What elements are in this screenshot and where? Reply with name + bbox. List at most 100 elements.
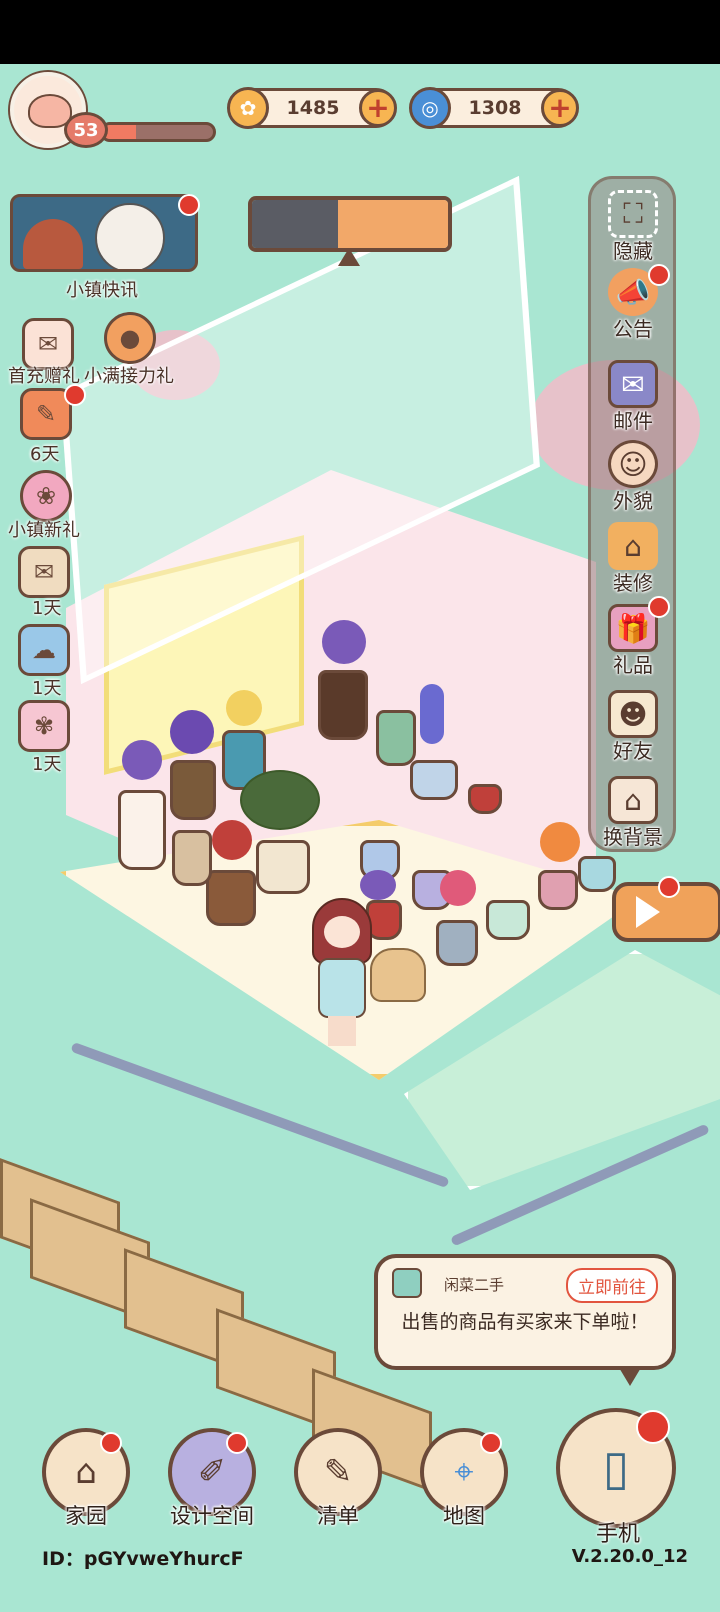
status-bar	[0, 0, 720, 64]
go-now-button[interactable]: 立即前往	[566, 1268, 658, 1303]
town-gift-button[interactable]: ❀	[20, 470, 72, 522]
hide-ui-label: 隐藏	[613, 239, 653, 263]
town-news-card[interactable]	[10, 194, 198, 272]
dock-map-label: 地图	[443, 1504, 485, 1528]
dock-home-label: 家园	[65, 1504, 107, 1528]
notification-dot	[480, 1432, 502, 1454]
background-icon: ⌂	[608, 776, 658, 824]
mail-icon: ✉	[608, 360, 658, 408]
notification-dot	[226, 1432, 248, 1454]
news-fan-icon	[23, 219, 83, 269]
dock-design-label: 设计空间	[170, 1504, 254, 1528]
character-dress	[318, 958, 366, 1018]
notification-dot	[100, 1432, 122, 1454]
shop-box-icon	[392, 1268, 422, 1298]
town-gift-label: 小镇新礼	[8, 520, 80, 541]
plant-bloom	[322, 620, 366, 664]
town-news-label: 小镇快讯	[66, 280, 138, 301]
plant-bloom	[122, 740, 162, 780]
gem-icon: ◎	[409, 87, 451, 129]
play-arrow-icon	[636, 896, 660, 928]
notification-dot	[648, 596, 670, 618]
character-face	[324, 916, 360, 948]
letter-icon: ✉	[18, 546, 70, 598]
flower-badge-icon: ❀	[20, 470, 72, 522]
plant-pot[interactable]	[170, 760, 216, 820]
dock-list-label: 清单	[317, 1504, 359, 1528]
add-gems-button[interactable]: +	[541, 89, 579, 127]
change-background-button[interactable]: ⌂ 换背景	[598, 770, 668, 854]
event-gift-button-4[interactable]: ✾	[18, 700, 70, 752]
relay-gift-button[interactable]: ●	[104, 312, 156, 364]
plant-pot[interactable]	[206, 870, 256, 926]
event-timer-4: 1天	[32, 754, 62, 775]
mail-label: 邮件	[613, 409, 653, 433]
plant-pot[interactable]	[172, 830, 212, 886]
plant-pot[interactable]	[118, 790, 166, 870]
decorate-button[interactable]: ⌂ 装修	[598, 516, 668, 600]
version-label: V.2.20.0_12	[571, 1546, 688, 1567]
coin-icon: ✿	[227, 87, 269, 129]
plant-pot[interactable]	[256, 840, 310, 894]
relay-gift-label: 小满接力礼	[84, 366, 174, 387]
day-night-indicator	[248, 196, 452, 252]
change-background-label: 换背景	[603, 825, 663, 849]
hide-ui-button[interactable]: ⛶ 隐藏	[598, 184, 668, 268]
notification-dot	[636, 1410, 670, 1444]
dock-list-button[interactable]: ✎ 清单	[290, 1424, 386, 1532]
event-gift-button-3[interactable]: ☁	[18, 624, 70, 676]
character-legs	[328, 1016, 356, 1046]
event-timer-2: 1天	[32, 598, 62, 619]
plant-bloom	[420, 684, 444, 744]
gem-counter[interactable]: ◎ 1308 +	[409, 87, 579, 129]
news-character-portrait	[95, 203, 165, 269]
notice-app-name: 闲菜二手	[444, 1276, 505, 1294]
notification-dot	[648, 264, 670, 286]
bubble-tail	[618, 1366, 642, 1386]
plant-bloom	[212, 820, 252, 860]
plant-pot[interactable]	[486, 900, 530, 940]
plant-pot[interactable]	[410, 760, 458, 800]
friends-label: 好友	[613, 739, 653, 763]
marketplace-notice[interactable]: 闲菜二手 立即前往 出售的商品有买家来下单啦！	[374, 1254, 676, 1386]
decorate-label: 装修	[613, 571, 653, 595]
plant-bloom	[440, 870, 476, 906]
plant-pot[interactable]	[318, 670, 368, 740]
plant-pot[interactable]	[578, 856, 616, 892]
player-id: ID：pGYvweYhurcF	[42, 1548, 244, 1570]
xp-bar	[100, 122, 216, 142]
plant-bloom	[360, 870, 396, 900]
pet-dog[interactable]	[370, 948, 426, 1002]
friends-button[interactable]: ☻ 好友	[598, 684, 668, 768]
add-coins-button[interactable]: +	[359, 89, 397, 127]
plant-bloom	[226, 690, 262, 726]
plant-leaves	[240, 770, 320, 830]
xp-fill	[103, 125, 136, 139]
night-segment	[252, 200, 339, 248]
notification-dot	[178, 194, 200, 216]
gem-value: 1308	[468, 97, 522, 119]
day-segment	[338, 200, 448, 248]
coin-counter[interactable]: ✿ 1485 +	[227, 87, 397, 129]
plant-pot[interactable]	[538, 870, 578, 910]
fruit-icon: ●	[104, 312, 156, 364]
plant-pot[interactable]	[376, 710, 416, 766]
appearance-button[interactable]: ☺ 外貌	[598, 434, 668, 518]
plant-pot[interactable]	[436, 920, 478, 966]
house-tool-icon: ⌂	[608, 522, 658, 570]
level-badge: 53	[64, 112, 108, 148]
plant-bloom	[170, 710, 214, 754]
player-character[interactable]	[312, 898, 372, 1048]
announcement-label: 公告	[613, 317, 653, 341]
plant-pot[interactable]	[468, 784, 502, 814]
mail-button[interactable]: ✉ 邮件	[598, 354, 668, 438]
cake-icon: ☁	[18, 624, 70, 676]
bouquet-icon: ✾	[18, 700, 70, 752]
notification-dot	[64, 384, 86, 406]
appearance-label: 外貌	[613, 489, 653, 513]
time-pointer-icon	[338, 248, 360, 266]
avatar-icon: ☺	[608, 440, 658, 488]
plant-bloom	[540, 822, 580, 862]
notification-dot	[658, 876, 680, 898]
event-gift-button-2[interactable]: ✉	[18, 546, 70, 598]
